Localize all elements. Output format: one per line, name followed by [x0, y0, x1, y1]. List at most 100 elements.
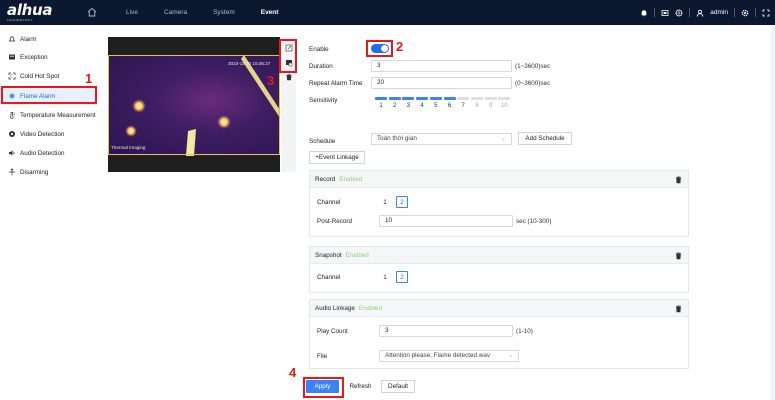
- audio-status: Enabled: [358, 305, 383, 312]
- sensitivity-label: Sensitivity: [309, 97, 338, 104]
- sensitivity-tick-label: 3: [406, 103, 411, 109]
- snapshot-channel-label: Channel: [317, 274, 341, 281]
- divider: [734, 8, 735, 17]
- annotation-box-2: [366, 40, 393, 57]
- record-channel-1[interactable]: 1: [379, 196, 391, 208]
- trash-icon[interactable]: [285, 73, 293, 81]
- annotation-box-4: [303, 377, 344, 398]
- top-right-tools: admin: [640, 0, 770, 25]
- repeat-alarm-label: Repeat Alarm Time: [309, 80, 363, 87]
- post-record-hint: sec (10-300): [516, 218, 552, 225]
- sensitivity-tick-label: 8: [475, 103, 479, 109]
- sidebar-item-label: Disarming: [20, 168, 49, 176]
- sensitivity-tick-label: 9: [488, 103, 493, 109]
- nav-live[interactable]: Live: [126, 9, 138, 16]
- top-bar: alhua TECHNOLOGY Live Camera System Even…: [0, 0, 775, 25]
- annotation-box-3: [279, 39, 297, 73]
- trash-icon[interactable]: [675, 252, 682, 260]
- play-count-input[interactable]: 3: [379, 325, 513, 337]
- record-card-header: Record Enabled: [310, 171, 688, 188]
- sensitivity-segment[interactable]: [388, 97, 401, 100]
- sidebar-item-audio-detection[interactable]: Audio Detection: [0, 144, 97, 162]
- annotation-number-1: 1: [85, 71, 93, 86]
- snapshot-channel-1[interactable]: 1: [379, 271, 391, 283]
- record-title: Record: [315, 176, 336, 183]
- username[interactable]: admin: [710, 9, 728, 16]
- duration-label: Duration: [309, 63, 333, 70]
- gear-icon[interactable]: [741, 9, 749, 17]
- home-icon[interactable]: [86, 6, 98, 18]
- duration-hint: (1~3600)sec: [515, 63, 551, 70]
- refresh-button[interactable]: Refresh: [345, 380, 376, 393]
- sensitivity-segment[interactable]: [375, 97, 387, 100]
- chevron-down-icon: ⌄: [507, 353, 513, 359]
- user-icon: [697, 9, 704, 17]
- annotation-number-2: 2: [396, 39, 404, 54]
- snapshot-channel-2[interactable]: 2: [396, 271, 408, 283]
- nav-camera[interactable]: Camera: [164, 9, 187, 16]
- sensitivity-segment[interactable]: [484, 97, 497, 100]
- record-card: Record Enabled Channel 1 2 Post-Record 10…: [309, 170, 689, 237]
- sidebar-item-exception[interactable]: Exception: [0, 48, 97, 66]
- sensitivity-segment[interactable]: [498, 97, 511, 100]
- record-title-wrap: Record Enabled: [315, 176, 362, 183]
- thermometer-icon: [8, 111, 16, 119]
- disarming-icon: [8, 168, 16, 176]
- sidebar-item-label: Alarm: [20, 35, 37, 43]
- schedule-value: Toàn thời gian: [377, 135, 417, 142]
- audio-linkage-card: Audio Linkage Enabled Play Count 3 (1-10)…: [309, 299, 689, 369]
- snapshot-title: Snapshot: [315, 252, 342, 259]
- trash-icon[interactable]: [675, 176, 682, 184]
- sensitivity-tick-label: 6: [447, 103, 452, 109]
- sidebar-item-temperature-measurement[interactable]: Temperature Measurement: [0, 106, 97, 124]
- audio-title-wrap: Audio Linkage Enabled: [315, 305, 382, 312]
- annotation-number-4: 4: [289, 365, 297, 380]
- event-linkage-button[interactable]: +Event Linkage: [309, 151, 365, 164]
- nav-system[interactable]: System: [213, 9, 235, 16]
- annotation-box-1: [1, 86, 97, 104]
- sidebar-item-video-detection[interactable]: Video Detection: [0, 125, 97, 143]
- post-record-input[interactable]: 10: [379, 215, 513, 227]
- globe-icon[interactable]: [675, 9, 683, 17]
- sidebar-item-cold-hot-spot[interactable]: C Cold Hot Spot: [0, 67, 97, 85]
- record-status: Enabled: [339, 176, 363, 183]
- sidebar-item-alarm[interactable]: Alarm: [0, 30, 97, 48]
- detection-region[interactable]: [108, 55, 280, 155]
- sidebar-item-label: Audio Detection: [20, 149, 65, 157]
- bell-icon[interactable]: [640, 9, 648, 17]
- sensitivity-tick-label: 7: [461, 103, 465, 109]
- divider: [755, 8, 756, 17]
- sensitivity-segment[interactable]: [416, 97, 429, 100]
- sidebar-item-disarming[interactable]: Disarming: [0, 163, 97, 181]
- sensitivity-segment[interactable]: [457, 97, 470, 100]
- sensitivity-segment[interactable]: [443, 97, 456, 100]
- play-count-hint: (1-10): [516, 328, 533, 335]
- fullscreen-icon[interactable]: [762, 9, 770, 17]
- device-icon[interactable]: [661, 9, 669, 17]
- scrollbar[interactable]: [771, 25, 775, 400]
- repeat-alarm-input[interactable]: 20: [371, 77, 512, 89]
- record-channel-label: Channel: [317, 199, 341, 206]
- alarm-icon: [8, 35, 16, 43]
- sensitivity-segment[interactable]: [470, 97, 483, 100]
- schedule-select[interactable]: Toàn thời gian ⌄: [371, 133, 512, 145]
- record-channel-2[interactable]: 2: [396, 196, 408, 208]
- audio-file-select[interactable]: Attention please, Flame detected.wav ⌄: [379, 350, 519, 362]
- duration-input[interactable]: 3: [371, 60, 512, 72]
- svg-text:C: C: [10, 74, 13, 79]
- default-button[interactable]: Default: [381, 380, 415, 393]
- chevron-down-icon: ⌄: [500, 136, 506, 142]
- snapshot-card: Snapshot Enabled Channel 1 2: [309, 246, 689, 293]
- sensitivity-segment[interactable]: [429, 97, 442, 100]
- sensitivity-segment[interactable]: [402, 97, 415, 100]
- sidebar-item-label: Temperature Measurement: [20, 111, 96, 119]
- add-schedule-button[interactable]: Add Schedule: [518, 132, 572, 145]
- trash-icon[interactable]: [675, 305, 682, 313]
- cold-hot-spot-icon: C: [8, 72, 16, 80]
- play-count-label: Play Count: [317, 328, 348, 335]
- enable-label: Enable: [309, 46, 329, 53]
- main-nav: Live Camera System Event: [126, 0, 304, 25]
- nav-event[interactable]: Event: [261, 9, 279, 16]
- post-record-label: Post-Record: [317, 218, 352, 225]
- repeat-alarm-hint: (0~3600)sec: [515, 80, 551, 87]
